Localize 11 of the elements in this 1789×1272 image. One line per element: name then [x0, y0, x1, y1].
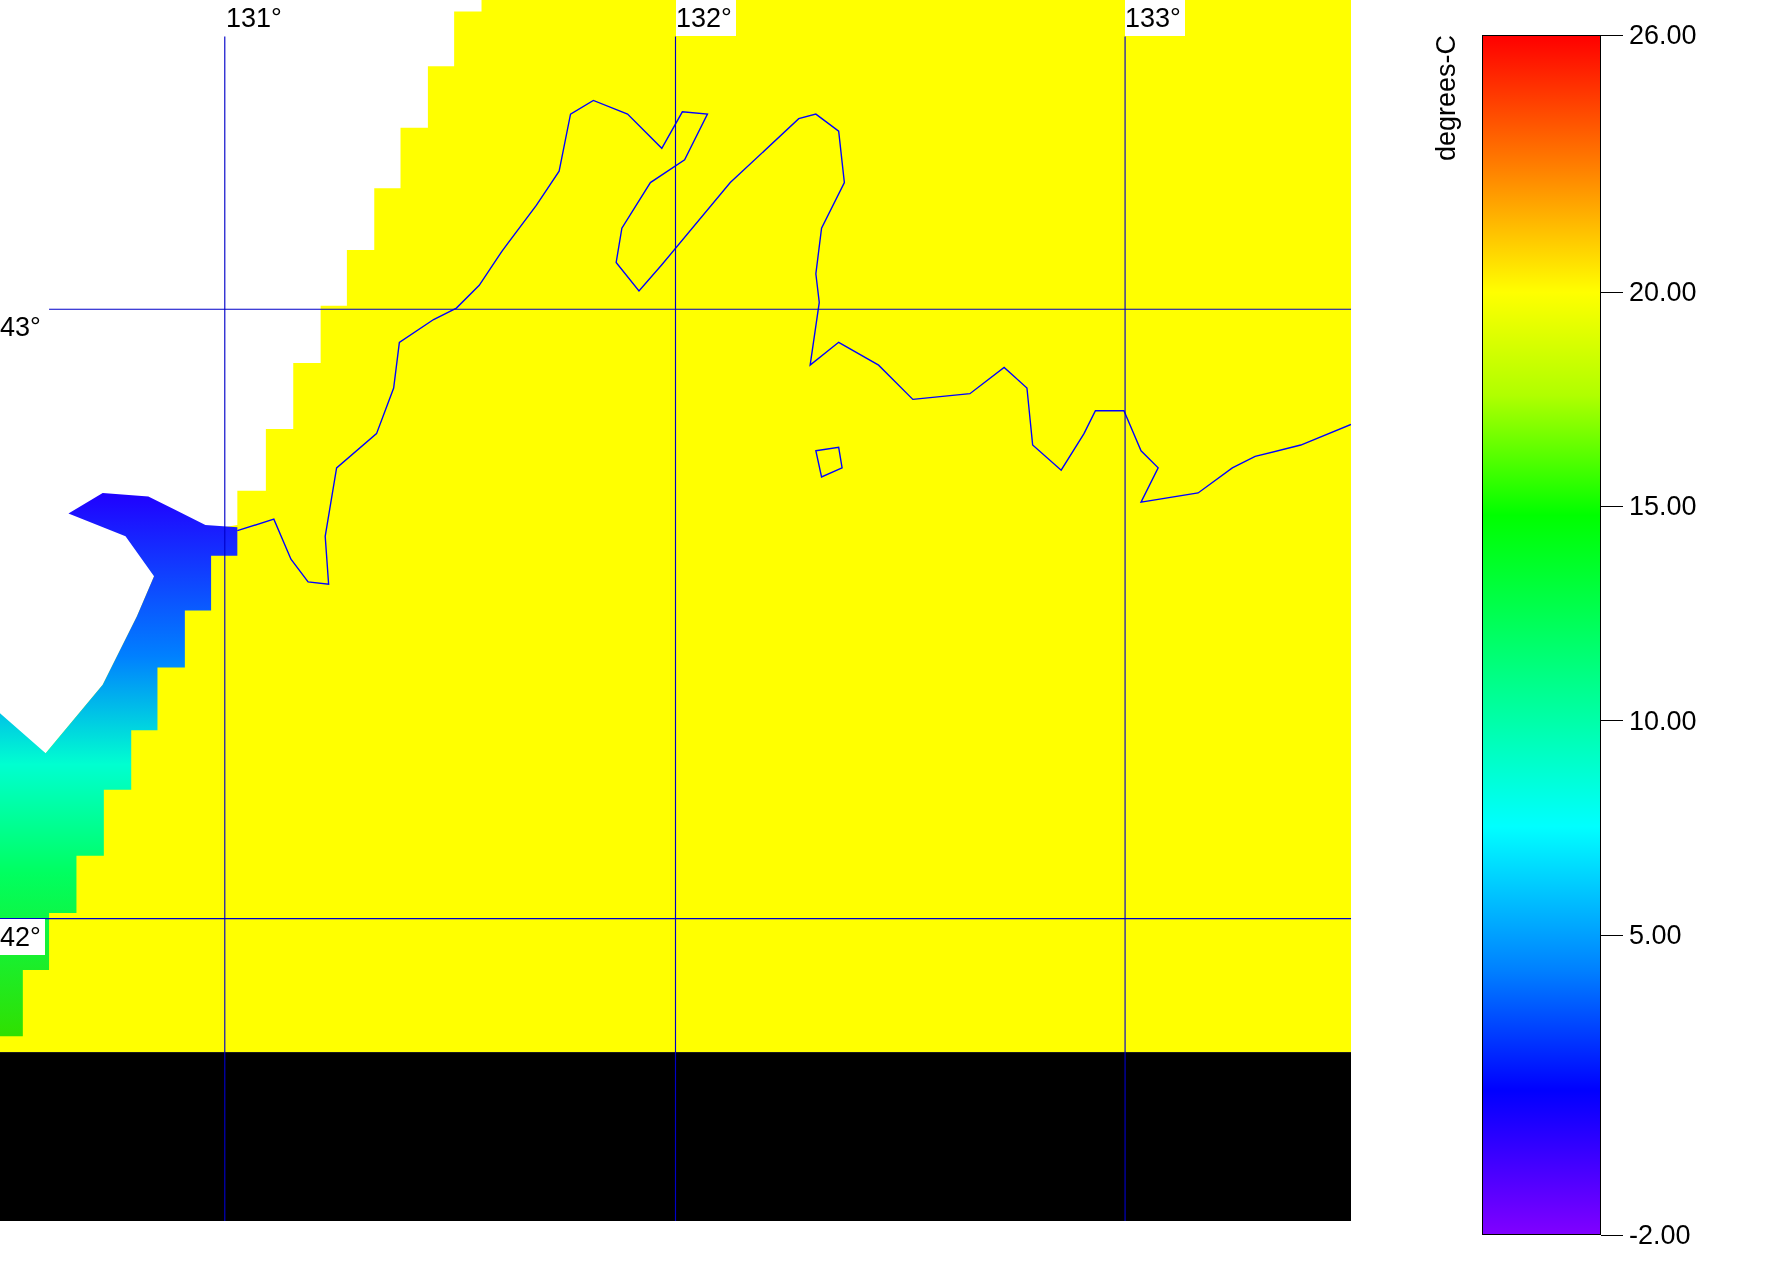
scale-tick-label: 15.00 [1629, 490, 1697, 523]
scale-tick-label: 5.00 [1629, 919, 1682, 951]
island [815, 446, 843, 478]
longitude-label: 133° [1125, 0, 1185, 36]
latitude-label: 42° [0, 919, 45, 955]
scale-tick-label: 26.00 [1629, 19, 1697, 51]
scale-tick-label: 20.00 [1629, 276, 1697, 309]
scale-tick-label: -2.00 [1629, 1219, 1691, 1251]
scale-tick-label: 10.00 [1629, 704, 1697, 737]
colorbar-title: degrees-C [1431, 35, 1462, 162]
longitude-label: 132° [676, 0, 736, 36]
